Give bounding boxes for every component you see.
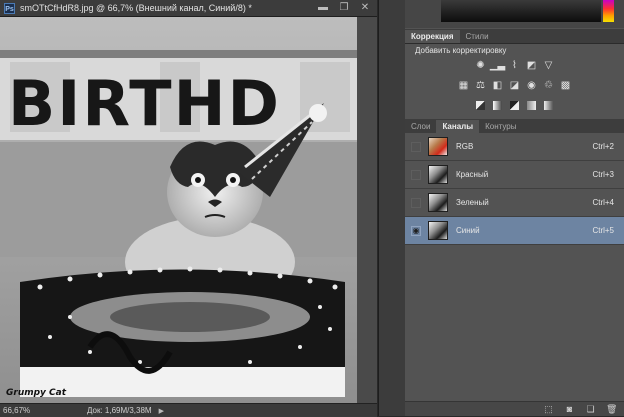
color-lookup-icon[interactable]: ▩ [559,79,573,92]
black-white-icon[interactable]: ◪ [508,79,522,92]
channel-row-green[interactable]: Зеленый Ctrl+4 [405,189,624,217]
gradient-map-icon[interactable] [542,99,556,112]
panel-gutter [378,0,406,416]
channel-shortcut: Ctrl+2 [592,142,614,151]
photo-caption: Grumpy Cat [6,388,67,398]
visibility-toggle[interactable] [411,197,421,208]
document-title-bar[interactable]: Ps smOTtCfHdR8.jpg @ 66,7% (Внешний кана… [0,0,377,17]
channels-list: RGB Ctrl+2 Красный Ctrl+3 Зеленый Ctrl+4… [405,133,624,245]
document-canvas[interactable]: BIRTHD Grumpy Cat [0,17,377,403]
channel-row-blue[interactable]: ◉ Синий Ctrl+5 [405,217,624,245]
minimize-button[interactable]: ▬ [315,1,331,14]
invert-icon[interactable] [474,99,488,112]
channel-row-rgb[interactable]: RGB Ctrl+2 [405,133,624,161]
channel-row-red[interactable]: Красный Ctrl+3 [405,161,624,189]
document-title: smOTtCfHdR8.jpg @ 66,7% (Внешний канал, … [20,3,252,13]
channel-thumbnail [428,165,448,184]
tab-paths[interactable]: Контуры [479,120,522,133]
adjustment-icons-row-1: ✺ ▁▃ ⌇ ◩ ▽ [405,59,624,72]
eye-icon[interactable]: ◉ [411,225,421,236]
brightness-icon[interactable]: ✺ [474,59,488,72]
adjustments-tabs: Коррекция Стили [405,29,624,44]
channel-shortcut: Ctrl+4 [592,198,614,207]
channel-thumbnail [428,137,448,156]
new-channel-icon[interactable]: ❏ [585,404,596,414]
adjustment-icons-row-2: ▦ ⚖ ◧ ◪ ◉ ♲ ▩ [405,79,624,92]
document-size-info: Док: 1,69M/3,38M [87,406,152,415]
document-status-bar: 66,67% Док: 1,69M/3,38M ▶ [0,403,377,417]
channel-shortcut: Ctrl+5 [592,226,614,235]
right-dock: Коррекция Стили Добавить корректировку ✺… [405,0,624,416]
window-controls: ▬ ❐ ✕ [315,1,373,14]
channel-shortcut: Ctrl+3 [592,170,614,179]
tab-adjustments[interactable]: Коррекция [405,30,460,43]
visibility-toggle[interactable] [411,169,421,180]
levels-icon[interactable]: ▁▃ [490,59,505,72]
channels-panel-footer: ⬚ ◙ ❏ 🗑 [405,401,624,416]
channel-thumbnail [428,221,448,240]
photoshop-icon: Ps [4,2,15,14]
zoom-level[interactable]: 66,67% [3,406,53,415]
channel-name: Синий [456,226,480,235]
tab-layers[interactable]: Слои [405,120,436,133]
channel-mixer-icon[interactable]: ♲ [542,79,556,92]
tab-channels[interactable]: Каналы [436,120,480,133]
channel-name: Красный [456,170,489,179]
tab-styles[interactable]: Стили [460,30,495,43]
photo-filter-icon[interactable]: ◉ [525,79,539,92]
exposure-icon[interactable]: ◩ [525,59,539,72]
add-adjustment-title: Добавить корректировку [415,46,507,55]
channel-name: Зеленый [456,198,489,207]
status-menu-arrow-icon[interactable]: ▶ [159,407,164,415]
channel-thumbnail [428,193,448,212]
channel-name: RGB [456,142,474,151]
canvas-image: BIRTHD [0,17,357,403]
color-balance-icon[interactable]: ◧ [491,79,505,92]
close-button[interactable]: ✕ [357,1,373,14]
threshold-icon[interactable] [508,99,522,112]
gradient-triangle-icon[interactable]: ▽ [542,59,556,72]
selective-color-icon[interactable] [525,99,539,112]
color-field[interactable] [441,0,601,22]
balance-icon[interactable]: ⚖ [474,79,488,92]
curves-icon[interactable]: ⌇ [508,59,522,72]
load-selection-icon[interactable]: ⬚ [543,404,554,414]
posterize-icon[interactable] [491,99,505,112]
color-panel [405,0,624,28]
banner-text: BIRTHD [8,67,281,140]
vibrance-icon[interactable]: ▦ [457,79,471,92]
delete-channel-icon[interactable]: 🗑 [606,404,617,414]
save-selection-icon[interactable]: ◙ [564,404,575,414]
hue-slider[interactable] [603,0,614,22]
visibility-toggle[interactable] [411,141,421,152]
adjustment-icons-row-3 [405,99,624,112]
layers-channels-tabs: Слои Каналы Контуры [405,119,624,134]
restore-button[interactable]: ❐ [336,1,352,14]
